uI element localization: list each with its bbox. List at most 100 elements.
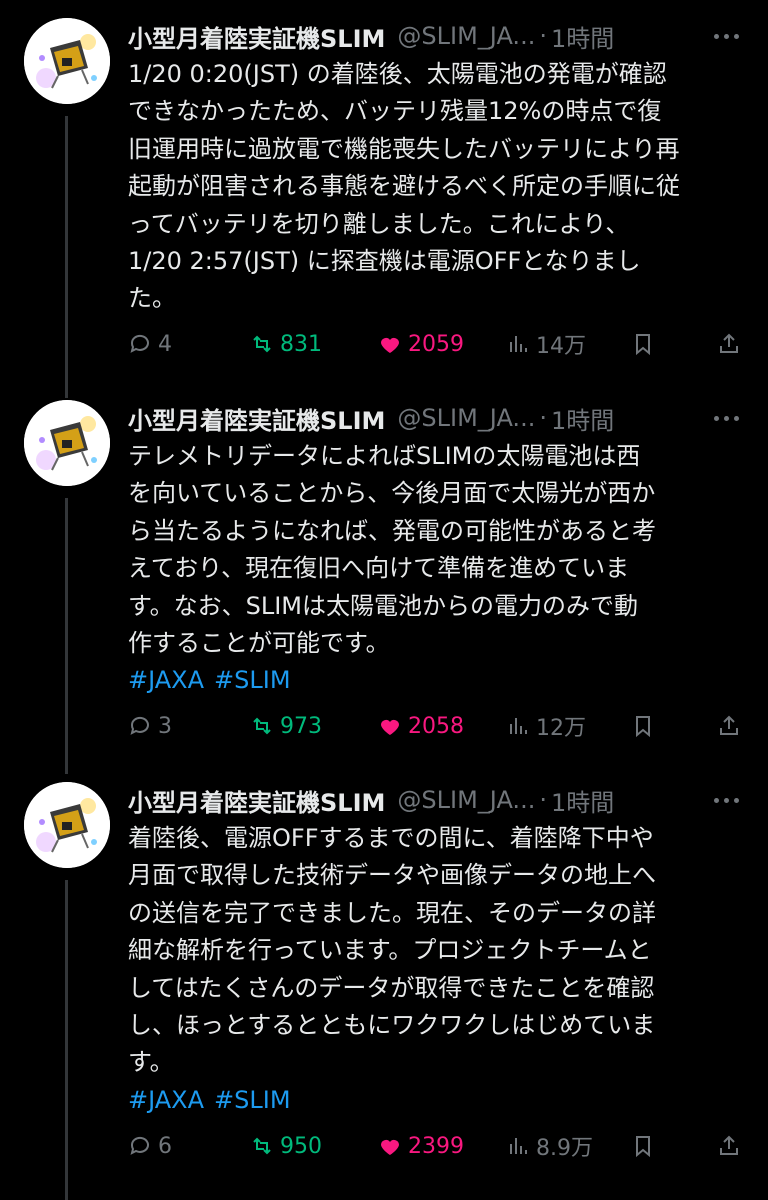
text-line: できなかったため、バッテリ残量12%の時点で復 xyxy=(128,97,662,126)
retweet-count: 950 xyxy=(280,1133,322,1159)
retweet-count: 831 xyxy=(280,331,322,357)
like-button[interactable]: 2399 xyxy=(378,1126,464,1166)
view-count: 12万 xyxy=(536,716,586,741)
retweet-button[interactable]: 973 xyxy=(250,706,322,746)
text-line: 1/20 0:20(JST) の着陸後、太陽電池の発電が確認 xyxy=(128,60,667,88)
text-line: の送信を完了できました。現在、そのデータの詳 xyxy=(128,898,656,927)
reply-count: 6 xyxy=(158,1133,172,1159)
views-button[interactable]: 8.9万 xyxy=(506,1126,593,1166)
more-dots-icon[interactable] xyxy=(708,18,744,54)
text-line: し、ほっとするとともにワクワクしはじめていま xyxy=(128,1011,656,1040)
views-button[interactable]: 14万 xyxy=(506,324,586,364)
text-line: た。 xyxy=(128,284,176,313)
tweet-2[interactable]: 小型月着陸実証機SLIM @SLIM_JA... · 1時間 テレメトリデータに… xyxy=(0,398,768,774)
speech-bubble-icon xyxy=(130,716,149,735)
heart-icon xyxy=(381,338,399,353)
text-line: 起動が阻害される事態を避けるべく所定の手順に従 xyxy=(128,172,680,201)
user-handle[interactable]: @SLIM_JA... xyxy=(397,22,535,50)
view-count: 14万 xyxy=(536,334,586,359)
display-name[interactable]: 小型月着陸実証機SLIM xyxy=(128,19,385,54)
retweet-button[interactable]: 950 xyxy=(250,1126,322,1166)
tweet-header: 小型月着陸実証機SLIM @SLIM_JA... · 1時間 xyxy=(128,780,614,820)
share-button[interactable] xyxy=(717,324,747,364)
separator-dot: · xyxy=(539,22,547,50)
share-upload-icon xyxy=(720,1135,738,1155)
bookmark-button[interactable] xyxy=(631,1126,661,1166)
views-button[interactable]: 12万 xyxy=(506,706,586,746)
share-button[interactable] xyxy=(717,1126,747,1166)
timestamp[interactable]: 1時間 xyxy=(551,19,614,54)
avatar[interactable] xyxy=(24,400,110,486)
tweet-text: テレメトリデータによればSLIMの太陽電池は西 を向いていることから、今後月面で… xyxy=(128,438,748,700)
hashtag-row: #JAXA #SLIM xyxy=(128,662,748,699)
text-line: ら当たるようになれば、発電の可能性があると考 xyxy=(128,516,656,545)
thread-line xyxy=(65,880,68,1200)
more-dots-icon[interactable] xyxy=(708,400,744,436)
timestamp[interactable]: 1時間 xyxy=(551,401,614,436)
bookmark-icon xyxy=(636,1136,650,1158)
text-line: 旧運用時に過放電で機能喪失したバッテリにより再 xyxy=(128,134,680,163)
bookmark-button[interactable] xyxy=(631,324,661,364)
thread-line xyxy=(65,498,68,774)
retweet-count: 973 xyxy=(280,713,322,739)
text-line: す。なお、SLIMは太陽電池からの電力のみで動 xyxy=(128,591,638,620)
like-button[interactable]: 2058 xyxy=(378,706,464,746)
bookmark-icon xyxy=(636,334,650,356)
text-line: ってバッテリを切り離しました。これにより、 xyxy=(128,209,630,238)
like-button[interactable]: 2059 xyxy=(378,324,464,364)
display-name[interactable]: 小型月着陸実証機SLIM xyxy=(128,783,385,818)
avatar[interactable] xyxy=(24,18,110,104)
hashtag-row: #JAXA #SLIM xyxy=(128,1082,748,1119)
hashtag-link[interactable]: #SLIM xyxy=(214,666,291,694)
like-count: 2059 xyxy=(408,331,464,357)
reply-count: 3 xyxy=(158,713,172,739)
separator-dot: · xyxy=(539,786,547,814)
tweet-1[interactable]: 小型月着陸実証機SLIM @SLIM_JA... · 1時間 1/20 0:20… xyxy=(0,16,768,398)
action-bar: 6 950 2399 8.9万 xyxy=(128,1126,748,1166)
tweet-text: 1/20 0:20(JST) の着陸後、太陽電池の発電が確認 できなかったため、… xyxy=(128,56,748,318)
separator-dot: · xyxy=(539,404,547,432)
bar-chart-icon xyxy=(510,1138,527,1154)
action-bar: 3 973 2058 12万 xyxy=(128,706,748,746)
retweet-button[interactable]: 831 xyxy=(250,324,322,364)
hashtag-link[interactable]: #SLIM xyxy=(214,1086,291,1114)
text-line: 月面で取得した技術データや画像データの地上へ xyxy=(128,861,656,890)
like-count: 2399 xyxy=(408,1133,464,1159)
heart-icon xyxy=(381,720,399,735)
text-line: を向いていることから、今後月面で太陽光が西か xyxy=(128,479,656,508)
tweet-3[interactable]: 小型月着陸実証機SLIM @SLIM_JA... · 1時間 着陸後、電源OFF… xyxy=(0,780,768,1200)
share-button[interactable] xyxy=(717,706,747,746)
reply-button[interactable]: 3 xyxy=(128,706,172,746)
more-dots-icon[interactable] xyxy=(708,782,744,818)
text-line: 着陸後、電源OFFするまでの間に、着陸降下中や xyxy=(128,824,654,852)
tweet-text: 着陸後、電源OFFするまでの間に、着陸降下中や 月面で取得した技術データや画像デ… xyxy=(128,820,748,1119)
bookmark-icon xyxy=(636,716,650,738)
reply-button[interactable]: 4 xyxy=(128,324,172,364)
tweet-header: 小型月着陸実証機SLIM @SLIM_JA... · 1時間 xyxy=(128,16,614,56)
action-bar: 4 831 2059 14万 xyxy=(128,324,748,364)
retweet-arrows-icon xyxy=(253,717,271,735)
bookmark-button[interactable] xyxy=(631,706,661,746)
heart-icon xyxy=(381,1140,399,1155)
text-line: す。 xyxy=(128,1048,174,1077)
hashtag-link[interactable]: #JAXA xyxy=(128,666,204,694)
text-line: 1/20 2:57(JST) に探査機は電源OFFとなりまし xyxy=(128,247,641,276)
hashtag-link[interactable]: #JAXA xyxy=(128,1086,204,1114)
tweet-header: 小型月着陸実証機SLIM @SLIM_JA... · 1時間 xyxy=(128,398,614,438)
reply-button[interactable]: 6 xyxy=(128,1126,172,1166)
user-handle[interactable]: @SLIM_JA... xyxy=(397,786,535,814)
speech-bubble-icon xyxy=(130,1136,149,1155)
display-name[interactable]: 小型月着陸実証機SLIM xyxy=(128,401,385,436)
bar-chart-icon xyxy=(510,718,527,734)
user-handle[interactable]: @SLIM_JA... xyxy=(397,404,535,432)
avatar[interactable] xyxy=(24,782,110,868)
retweet-arrows-icon xyxy=(253,335,271,353)
share-upload-icon xyxy=(720,333,738,353)
like-count: 2058 xyxy=(408,713,464,739)
text-line: 作することが可能です。 xyxy=(128,629,390,658)
timestamp[interactable]: 1時間 xyxy=(551,783,614,818)
view-count: 8.9万 xyxy=(536,1136,593,1161)
text-line: テレメトリデータによればSLIMの太陽電池は西 xyxy=(128,442,641,470)
reply-count: 4 xyxy=(158,331,172,357)
retweet-arrows-icon xyxy=(253,1137,271,1155)
